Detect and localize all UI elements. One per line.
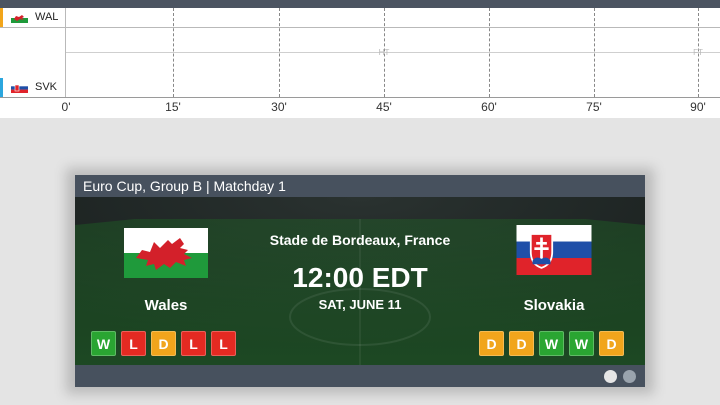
away-team-name: Slovakia xyxy=(523,297,585,314)
away-form-result: W xyxy=(539,331,564,356)
away-form-result: D xyxy=(479,331,504,356)
away-form-result: D xyxy=(599,331,624,356)
home-form-result: L xyxy=(181,331,206,356)
match-timeline: WAL SVK HT FT 0' 15' 30' 45' 60' 75' 90' xyxy=(0,8,720,118)
pager-dot[interactable] xyxy=(623,370,636,383)
away-form-result: W xyxy=(569,331,594,356)
fulltime-mark: FT xyxy=(693,48,703,57)
tick-label-15: 15' xyxy=(165,100,181,114)
timeline-midline xyxy=(66,52,720,53)
home-accent xyxy=(0,8,3,27)
card-footer xyxy=(75,365,645,387)
tick-line-15 xyxy=(173,8,174,97)
wales-flag-icon xyxy=(124,228,208,278)
home-form-result: D xyxy=(151,331,176,356)
timeline-away-code: SVK xyxy=(35,81,58,93)
timeline-row-home: WAL xyxy=(0,8,720,28)
match-date: SAT, JUNE 11 xyxy=(318,297,402,312)
venue: Stade de Bordeaux, France xyxy=(269,232,451,248)
tick-line-60 xyxy=(489,8,490,97)
halftime-mark: HT xyxy=(378,48,390,57)
tick-label-30: 30' xyxy=(271,100,287,114)
home-form: W L D L L xyxy=(91,331,236,356)
home-form-result: L xyxy=(121,331,146,356)
home-team-name: Wales xyxy=(144,297,188,314)
slovakia-flag-icon xyxy=(516,225,592,275)
match-card[interactable]: Euro Cup, Group B | Matchday 1 Wales W L… xyxy=(75,175,645,387)
timeline-home-code: WAL xyxy=(35,11,59,23)
away-accent xyxy=(0,78,3,97)
slovakia-flag-icon xyxy=(11,83,28,93)
tick-label-0: 0' xyxy=(61,100,71,114)
pager-dot-active[interactable] xyxy=(604,370,617,383)
home-form-result: W xyxy=(91,331,116,356)
tick-label-90: 90' xyxy=(690,100,706,114)
top-bar xyxy=(0,0,720,8)
kickoff-time: 12:00 EDT xyxy=(292,262,428,293)
competition-header: Euro Cup, Group B | Matchday 1 xyxy=(75,175,645,197)
tick-label-45: 45' xyxy=(376,100,392,114)
tick-line-75 xyxy=(594,8,595,97)
tick-label-75: 75' xyxy=(586,100,602,114)
tick-line-30 xyxy=(279,8,280,97)
timeline-baseline xyxy=(0,97,720,98)
timeline-row-away: SVK xyxy=(0,78,720,98)
tick-label-60: 60' xyxy=(481,100,497,114)
away-form-result: D xyxy=(509,331,534,356)
wales-flag-icon xyxy=(11,13,28,23)
home-form-result: L xyxy=(211,331,236,356)
away-form: D D W W D xyxy=(479,331,624,356)
